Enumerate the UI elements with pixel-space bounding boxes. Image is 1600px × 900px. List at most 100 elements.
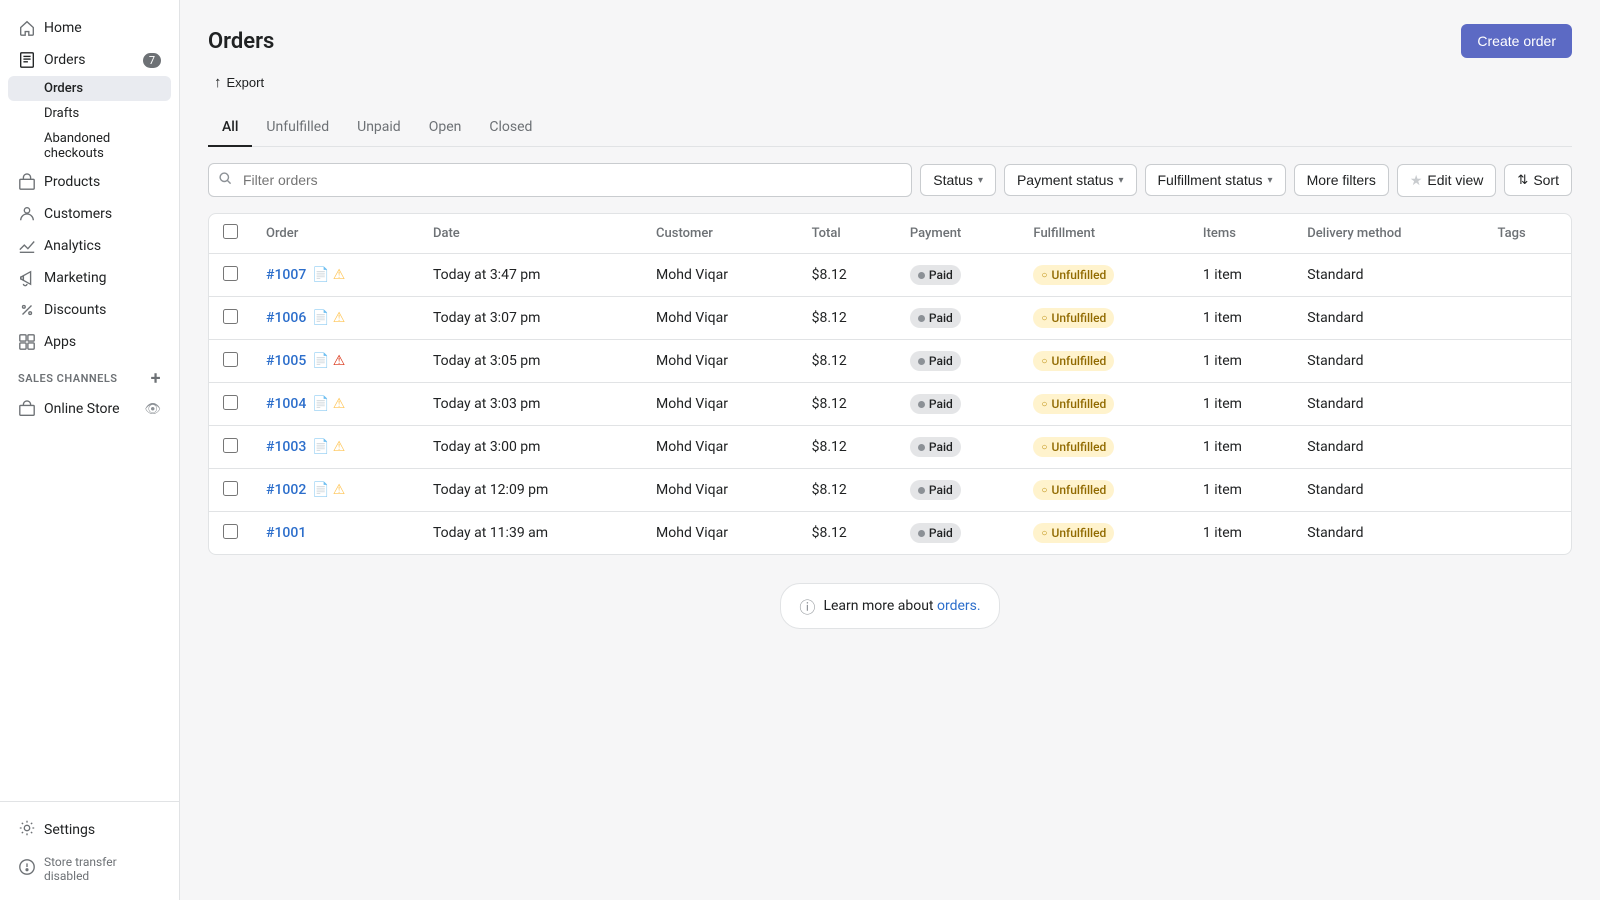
sales-channels-section: SALES CHANNELS + [8, 358, 171, 393]
orders-table: Order Date Customer Total Payment Fulfil… [209, 214, 1571, 554]
doc-icon: 📄 [312, 482, 329, 498]
sidebar-sub-drafts[interactable]: Drafts [8, 101, 171, 126]
sidebar-item-online-store[interactable]: Online Store 👁 [8, 393, 171, 425]
status-filter-button[interactable]: Status ▾ [920, 164, 996, 196]
order-fulfillment: Unfulfilled [1019, 426, 1188, 469]
sidebar-item-marketing[interactable]: Marketing [8, 262, 171, 294]
order-link-1003[interactable]: #1003 [266, 439, 306, 455]
col-total: Total [798, 214, 896, 254]
order-link-1007[interactable]: #1007 [266, 267, 306, 283]
col-date: Date [419, 214, 642, 254]
orders-icon [18, 51, 36, 69]
order-delivery: Standard [1293, 512, 1483, 555]
table-row: #1004📄⚠Today at 3:03 pmMohd Viqar$8.12Pa… [209, 383, 1571, 426]
sidebar-item-discounts[interactable]: Discounts [8, 294, 171, 326]
table-row: #1005📄⚠Today at 3:05 pmMohd Viqar$8.12Pa… [209, 340, 1571, 383]
order-date: Today at 11:39 am [419, 512, 642, 555]
warn-icon: ⚠ [333, 482, 346, 498]
sidebar-item-discounts-label: Discounts [44, 302, 106, 318]
edit-view-button[interactable]: ★ Edit view [1397, 164, 1497, 197]
order-items: 1 item [1189, 469, 1293, 512]
more-filters-label: More filters [1307, 172, 1376, 188]
filter-bar: Status ▾ Payment status ▾ Fulfillment st… [208, 163, 1572, 197]
payment-chevron-icon: ▾ [1118, 175, 1123, 186]
sidebar-item-online-store-label: Online Store [44, 401, 120, 417]
page-header: Orders Create order [208, 24, 1572, 58]
table-row: #1007📄⚠Today at 3:47 pmMohd Viqar$8.12Pa… [209, 254, 1571, 297]
order-fulfillment: Unfulfilled [1019, 340, 1188, 383]
order-delivery: Standard [1293, 469, 1483, 512]
orders-link[interactable]: orders. [937, 598, 981, 614]
order-items: 1 item [1189, 254, 1293, 297]
sidebar-sub-orders[interactable]: Orders [8, 76, 171, 101]
help-icon: ⓘ [799, 594, 815, 618]
tab-closed[interactable]: Closed [475, 109, 546, 147]
row-checkbox-1007[interactable] [223, 266, 238, 281]
sidebar-item-orders-label: Orders [44, 52, 86, 68]
more-filters-button[interactable]: More filters [1294, 164, 1389, 196]
order-tags [1484, 254, 1571, 297]
order-link-1002[interactable]: #1002 [266, 482, 306, 498]
sort-button[interactable]: ⇅ Sort [1504, 164, 1572, 196]
order-fulfillment: Unfulfilled [1019, 512, 1188, 555]
row-checkbox-1003[interactable] [223, 438, 238, 453]
sidebar-item-products[interactable]: Products [8, 166, 171, 198]
doc-icon: 📄 [312, 396, 329, 412]
search-input[interactable] [208, 163, 912, 197]
sidebar-sub-abandoned[interactable]: Abandoned checkouts [8, 126, 171, 166]
create-order-button[interactable]: Create order [1461, 24, 1572, 58]
online-store-icon [18, 400, 36, 418]
sidebar-item-orders[interactable]: Orders 7 [8, 44, 171, 76]
order-total: $8.12 [798, 512, 896, 555]
tab-unpaid[interactable]: Unpaid [343, 109, 415, 147]
table-header-row: Order Date Customer Total Payment Fulfil… [209, 214, 1571, 254]
tab-unfulfilled[interactable]: Unfulfilled [252, 109, 343, 147]
main-content: Orders Create order ↑ Export All Unfulfi… [180, 0, 1600, 900]
star-icon: ★ [1410, 172, 1423, 189]
order-fulfillment: Unfulfilled [1019, 297, 1188, 340]
online-store-visibility-icon[interactable]: 👁 [144, 402, 161, 417]
warn-icon: ⚠ [333, 310, 346, 326]
fulfillment-status-filter-button[interactable]: Fulfillment status ▾ [1145, 164, 1286, 196]
sidebar-item-home[interactable]: Home [8, 12, 171, 44]
tab-open[interactable]: Open [415, 109, 476, 147]
row-checkbox-1004[interactable] [223, 395, 238, 410]
select-all-checkbox[interactable] [223, 224, 238, 239]
col-delivery: Delivery method [1293, 214, 1483, 254]
row-checkbox-1005[interactable] [223, 352, 238, 367]
sidebar-item-analytics[interactable]: Analytics [8, 230, 171, 262]
order-link-1001[interactable]: #1001 [266, 525, 306, 541]
add-sales-channel-button[interactable]: + [151, 368, 161, 389]
sidebar-item-marketing-label: Marketing [44, 270, 107, 286]
export-button[interactable]: ↑ Export [208, 70, 270, 95]
order-payment: Paid [896, 426, 1020, 469]
sidebar-item-apps[interactable]: Apps [8, 326, 171, 358]
order-link-1005[interactable]: #1005 [266, 353, 306, 369]
order-link-1004[interactable]: #1004 [266, 396, 306, 412]
order-items: 1 item [1189, 512, 1293, 555]
row-checkbox-1001[interactable] [223, 524, 238, 539]
products-icon [18, 173, 36, 191]
warn-icon: ⚠ [333, 353, 346, 369]
order-customer: Mohd Viqar [642, 426, 798, 469]
order-date: Today at 3:47 pm [419, 254, 642, 297]
page-title: Orders [208, 29, 274, 54]
doc-icon: 📄 [312, 267, 329, 283]
order-tags [1484, 383, 1571, 426]
row-checkbox-1002[interactable] [223, 481, 238, 496]
settings-icon [18, 819, 36, 841]
sort-label: Sort [1533, 172, 1559, 188]
fulfillment-badge: Unfulfilled [1033, 308, 1114, 328]
sidebar-item-home-label: Home [44, 20, 82, 36]
settings-item[interactable]: Settings [8, 812, 171, 848]
payment-badge: Paid [910, 351, 961, 371]
order-date: Today at 3:07 pm [419, 297, 642, 340]
row-checkbox-1006[interactable] [223, 309, 238, 324]
sidebar-item-customers[interactable]: Customers [8, 198, 171, 230]
order-link-1006[interactable]: #1006 [266, 310, 306, 326]
sort-icon: ⇅ [1517, 172, 1528, 188]
tab-all[interactable]: All [208, 109, 252, 147]
table-row: #1002📄⚠Today at 12:09 pmMohd Viqar$8.12P… [209, 469, 1571, 512]
customers-icon [18, 205, 36, 223]
payment-status-filter-button[interactable]: Payment status ▾ [1004, 164, 1137, 196]
